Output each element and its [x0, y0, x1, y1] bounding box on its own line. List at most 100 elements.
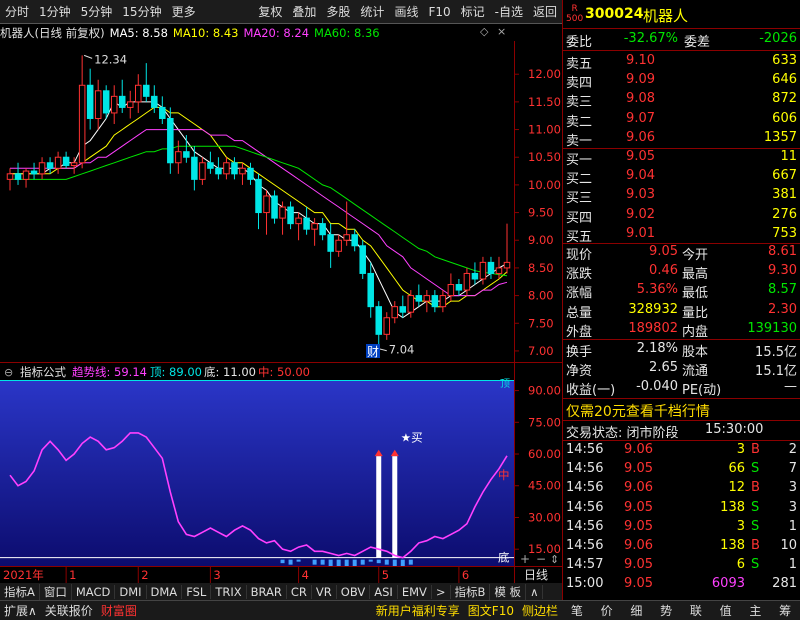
tick-bs: S	[751, 557, 760, 573]
candle-body	[343, 234, 350, 241]
bottom-signal-bar	[280, 559, 285, 564]
indicator-tab-8[interactable]: CR	[287, 584, 312, 599]
tick-volume: 6	[736, 557, 745, 573]
tick-count: 281	[772, 576, 797, 592]
candle-body	[14, 173, 22, 180]
quote-label-2: 今开	[682, 248, 709, 263]
tick-count: 1	[788, 518, 797, 534]
status-left-1[interactable]: 关联报价	[41, 602, 97, 619]
zoom-in-icon[interactable]: +	[520, 552, 530, 566]
price-tick-label: 10.00	[528, 178, 561, 192]
status-icon-0[interactable]: 笔	[567, 602, 587, 619]
indicator-tick-label: 60.00	[528, 447, 561, 461]
stats-row: 收益(一) -0.040 PE(动) —	[563, 378, 800, 398]
stats-value: -0.040	[636, 379, 678, 395]
candle-body	[303, 217, 310, 230]
quote-row: 涨幅 5.36% 最低 8.57	[563, 281, 800, 301]
candle-body	[239, 167, 246, 175]
candle-body	[375, 306, 382, 335]
status-icon-2[interactable]: 细	[626, 602, 646, 619]
tick-count: 1	[788, 557, 797, 573]
indicator-tab-6[interactable]: TRIX	[211, 584, 247, 599]
indicator-tab-1[interactable]: 窗口	[40, 583, 72, 600]
stats-label-2: 流通	[682, 364, 709, 380]
bid-price: 9.04	[626, 168, 655, 184]
ask-volume: 872	[772, 91, 797, 107]
candle-body	[391, 306, 399, 319]
candle-body	[447, 284, 455, 297]
indicator-tab-13[interactable]: 指标B	[451, 583, 491, 600]
quote-value: 328932	[628, 301, 678, 317]
buy-signal-bar	[376, 456, 382, 558]
indicator-tab-12[interactable]: EMV	[398, 584, 432, 599]
bid-price: 9.01	[626, 225, 655, 241]
status-right-0[interactable]: 新用户福利专享	[372, 602, 464, 619]
zoom-out-icon[interactable]: −	[536, 552, 546, 566]
price-tick-label: 12.00	[528, 67, 561, 81]
candle-body	[367, 272, 374, 308]
indicator-tab-14[interactable]: 模 板	[490, 583, 527, 600]
price-tick-label: 7.00	[528, 344, 554, 358]
status-icon-5[interactable]: 值	[716, 602, 736, 619]
candle-body	[231, 162, 238, 175]
tick-volume: 66	[728, 461, 745, 477]
period-label[interactable]: 日线	[524, 568, 548, 582]
status-left-2[interactable]: 财富圈	[97, 602, 141, 619]
indicator-tab-10[interactable]: OBV	[337, 584, 371, 599]
quote-value-2: 139130	[747, 320, 797, 336]
bid-label: 买二	[566, 172, 593, 188]
bid-volume: 667	[772, 168, 797, 184]
quote-label-2: 内盘	[682, 324, 709, 340]
stock-code: 300024	[585, 6, 644, 22]
bottom-signal-bar	[344, 559, 349, 567]
tick-price: 9.05	[624, 518, 653, 534]
price-tick-label: 8.50	[528, 261, 554, 275]
indicator-tab-7[interactable]: BRAR	[247, 584, 287, 599]
indicator-tab-0[interactable]: 指标A	[0, 583, 40, 600]
tick-bs: B	[751, 480, 760, 496]
scroll-icon[interactable]: ⇕	[550, 553, 559, 566]
bottom-signal-bar	[376, 559, 381, 564]
indicator-tab-11[interactable]: ASI	[370, 584, 398, 599]
status-icon-6[interactable]: 主	[745, 602, 765, 619]
status-right-2[interactable]: 侧边栏	[518, 602, 562, 619]
candle-body	[126, 101, 134, 108]
candle-body	[118, 95, 126, 108]
status-right-1[interactable]: 图文F10	[464, 602, 518, 619]
candle-body	[223, 162, 230, 175]
ask-price: 9.07	[626, 110, 655, 126]
candle-body	[143, 84, 150, 97]
status-icon-7[interactable]: 筹	[775, 602, 795, 619]
quote-row: 涨跌 0.46 最高 9.30	[563, 262, 800, 283]
quote-value: 189802	[628, 320, 678, 336]
indicator-tab-5[interactable]: FSL	[182, 584, 212, 599]
promo-row[interactable]: 仅需20元查看千档行情	[563, 400, 800, 420]
trade-status-label: 交易状态: 闭市阶段	[566, 426, 679, 441]
ask-row: 卖三 9.08 872	[563, 90, 800, 110]
status-icon-3[interactable]: 势	[656, 602, 676, 619]
indicator-tab-3[interactable]: DMI	[115, 584, 147, 599]
quote-value-2: 2.30	[768, 301, 797, 317]
candle-body	[70, 162, 78, 167]
candle-body	[399, 306, 407, 313]
indicator-tab-2[interactable]: MACD	[72, 584, 116, 599]
indicator-tab-4[interactable]: DMA	[147, 584, 183, 599]
candle-body	[159, 106, 166, 119]
quote-label-2: 最高	[682, 267, 709, 283]
candle-body	[22, 170, 30, 180]
tab-scroll-icon[interactable]: >	[432, 584, 451, 599]
tab-up-icon[interactable]: ∧	[526, 584, 544, 599]
ask-row: 卖五 9.10 633	[563, 52, 800, 72]
bottom-signal-bar	[296, 559, 301, 562]
stats-value-2: 15.1亿	[755, 364, 797, 380]
tick-price: 9.06	[624, 442, 653, 457]
tick-row: 14:57 9.05 6 S 1	[563, 556, 800, 575]
status-icon-1[interactable]: 价	[597, 602, 617, 619]
indicator-bottom-label: 底: 11.00	[204, 365, 256, 379]
status-icon-4[interactable]: 联	[686, 602, 706, 619]
indicator-collapse-icon[interactable]: ⊖	[4, 366, 13, 379]
status-left-0[interactable]: 扩展∧	[0, 602, 41, 619]
status-icons: 笔价细势联值主筹	[562, 602, 800, 619]
indicator-tab-9[interactable]: VR	[312, 584, 337, 599]
bottom-signal-bar	[328, 559, 333, 567]
